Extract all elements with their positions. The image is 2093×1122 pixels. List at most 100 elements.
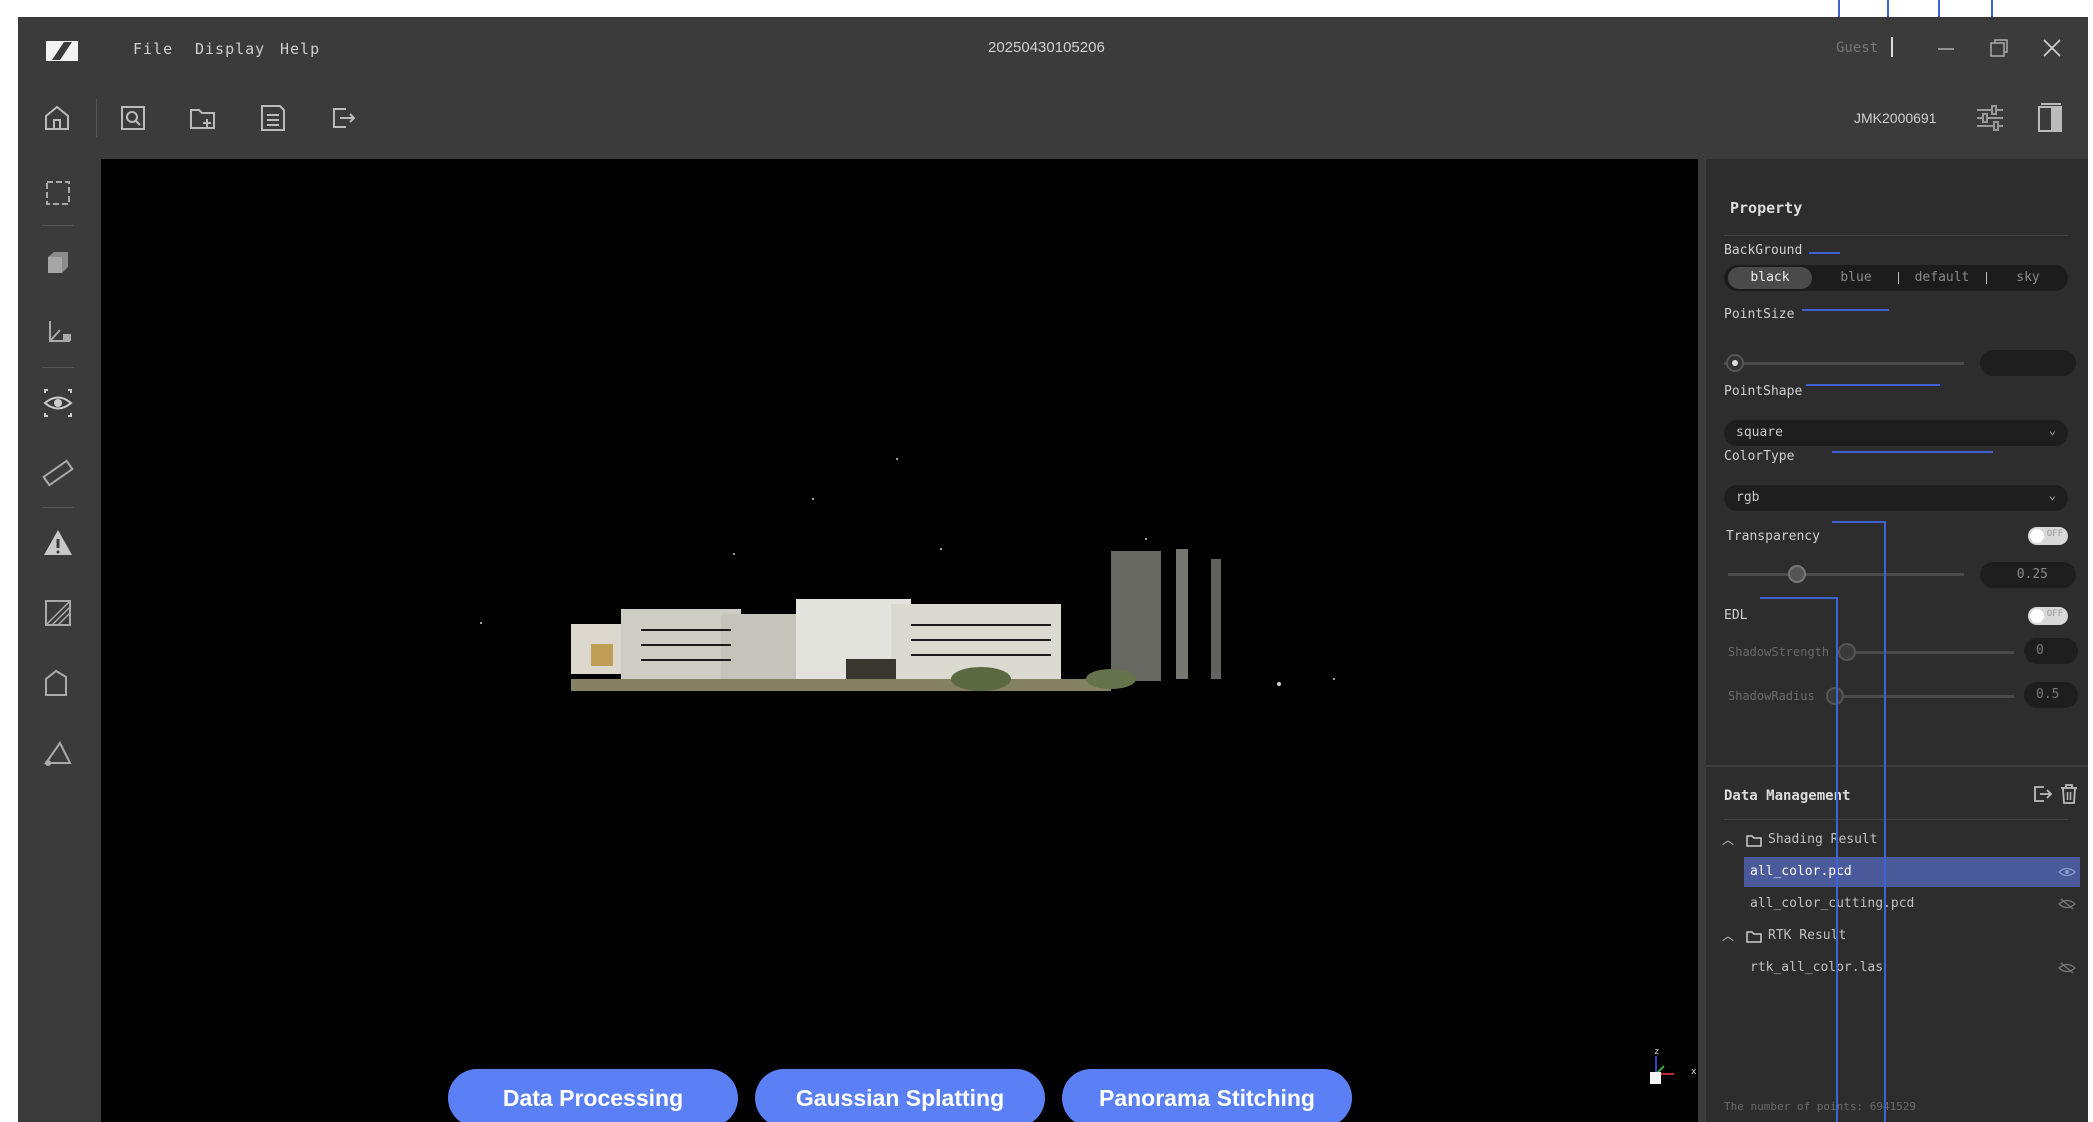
segment-divider — [1898, 272, 1899, 284]
transparency-label: Transparency — [1726, 529, 1820, 544]
rail-divider — [42, 225, 74, 226]
rail-divider — [42, 507, 74, 508]
rail-divider — [42, 367, 74, 368]
segment-divider — [1986, 272, 1987, 284]
tree-file-all-color-cutting-pcd[interactable]: all_color_cutting.pcd — [1744, 889, 2080, 919]
edl-label: EDL — [1724, 608, 1748, 623]
annotation-connector-2 — [1802, 309, 1889, 311]
background-option-black[interactable]: black — [1728, 267, 1812, 289]
panorama-stitching-button[interactable]: Panorama Stitching — [1062, 1069, 1352, 1122]
group-name: Shading Result — [1768, 832, 1878, 847]
axis-z-label: z — [1654, 1047, 1660, 1057]
data-management-title: Data Management — [1724, 788, 1851, 804]
annotation-connector-3 — [1806, 384, 1940, 386]
transparency-track[interactable] — [1728, 573, 1964, 576]
chevron-up-icon: ︿ — [1722, 929, 1735, 943]
eye-off-icon[interactable] — [2058, 962, 2076, 974]
property-title: Property — [1730, 199, 1803, 217]
user-label[interactable]: Guest — [1836, 40, 1878, 56]
color-type-dropdown[interactable]: rgb ⌄ — [1724, 485, 2068, 511]
tree-file-rtk-all-color-las[interactable]: rtk_all_color.las — [1744, 953, 2080, 983]
color-type-label: ColorType — [1724, 449, 1795, 464]
shadow-strength-track[interactable] — [1836, 651, 2014, 654]
point-cloud-viewport[interactable]: z x — [101, 159, 1698, 1122]
fit-view-icon[interactable] — [40, 175, 76, 211]
shadow-strength-input[interactable]: 0 — [2024, 638, 2078, 664]
open-folder-icon[interactable] — [186, 101, 220, 135]
polygon-icon[interactable] — [40, 665, 76, 701]
panel-divider — [1724, 235, 2068, 236]
gaussian-splatting-button[interactable]: Gaussian Splatting — [755, 1069, 1045, 1122]
transparency-input[interactable]: 0.25 — [1980, 562, 2076, 588]
menu-display[interactable]: Display — [195, 40, 265, 58]
chevron-down-icon: ⌄ — [2048, 488, 2056, 502]
transparency-knob[interactable] — [1788, 565, 1806, 583]
restore-icon[interactable] — [1988, 37, 2010, 59]
color-type-value: rgb — [1736, 490, 1760, 505]
background-selector[interactable]: black blue default sky — [1724, 265, 2068, 291]
point-size-track[interactable] — [1724, 362, 1964, 365]
shadow-radius-input[interactable]: 0.5 — [2024, 682, 2078, 708]
sliders-icon[interactable] — [1973, 101, 2007, 135]
point-size-input[interactable] — [1980, 350, 2076, 376]
save-icon[interactable] — [256, 101, 290, 135]
toggle-knob — [2030, 529, 2044, 543]
crop-icon[interactable] — [40, 595, 76, 631]
cube-view-icon[interactable] — [40, 245, 76, 281]
tree-group-rtk-result[interactable]: ︿ RTK Result — [1716, 921, 2088, 951]
background-option-blue[interactable]: blue — [1814, 265, 1898, 291]
triangle-icon[interactable] — [40, 525, 76, 561]
background-option-default[interactable]: default — [1900, 265, 1984, 291]
edl-toggle-state: OFF — [2046, 609, 2063, 619]
annotation-connector-5 — [1832, 521, 1886, 523]
point-shape-value: square — [1736, 425, 1783, 440]
shadow-radius-track[interactable] — [1826, 695, 2014, 698]
panel-divider — [1706, 765, 2088, 767]
point-shape-label: PointShape — [1724, 384, 1803, 399]
ruler-icon[interactable] — [40, 455, 76, 491]
angle-icon[interactable] — [40, 735, 76, 771]
toggle-knob — [2030, 609, 2044, 623]
axis-icon[interactable] — [40, 315, 76, 351]
menu-help[interactable]: Help — [280, 40, 320, 58]
transparency-toggle-state: OFF — [2046, 529, 2063, 539]
shadow-radius-knob[interactable] — [1826, 687, 1844, 705]
shadow-strength-knob[interactable] — [1838, 643, 1856, 661]
annotation-connector-1 — [1809, 252, 1840, 254]
app-window: File Display Help 20250430105206 Guest J… — [18, 17, 2088, 1122]
file-name: all_color_cutting.pcd — [1750, 896, 1915, 911]
point-shape-dropdown[interactable]: square ⌄ — [1724, 420, 2068, 446]
panel-toggle-icon[interactable] — [2033, 101, 2067, 135]
trash-icon[interactable] — [2058, 783, 2080, 805]
tree-file-all-color-pcd[interactable]: all_color.pcd — [1744, 857, 2080, 887]
edl-toggle[interactable]: OFF — [2028, 607, 2068, 625]
app-logo-icon — [46, 41, 78, 61]
background-label: BackGround — [1724, 243, 1803, 258]
shadow-radius-label: ShadowRadius — [1728, 689, 1815, 703]
export-data-icon[interactable] — [2031, 783, 2053, 805]
panel-divider — [1724, 819, 2068, 820]
minimize-icon[interactable] — [1936, 39, 1956, 59]
eye-icon[interactable] — [2058, 866, 2076, 878]
folder-icon — [1746, 835, 1762, 847]
eye-off-icon[interactable] — [2058, 898, 2076, 910]
background-option-sky[interactable]: sky — [1988, 265, 2068, 291]
eye-icon[interactable] — [40, 385, 76, 421]
axis-x-label: x — [1691, 1067, 1697, 1077]
point-size-label: PointSize — [1724, 307, 1795, 322]
property-panel: Property BackGround black blue default s… — [1706, 159, 2088, 1122]
open-file-icon[interactable] — [116, 101, 150, 135]
folder-icon — [1746, 931, 1762, 943]
annotation-connector-6 — [1760, 597, 1838, 599]
text-cursor — [1891, 37, 1893, 57]
window-title: 20250430105206 — [988, 39, 1105, 56]
tree-group-shading-result[interactable]: ︿ Shading Result — [1716, 825, 2088, 855]
export-icon[interactable] — [326, 101, 360, 135]
point-size-knob-dot — [1732, 360, 1738, 366]
home-icon[interactable] — [40, 101, 74, 135]
data-processing-button[interactable]: Data Processing — [448, 1069, 738, 1122]
close-icon[interactable] — [2041, 37, 2063, 59]
transparency-toggle[interactable]: OFF — [2028, 527, 2068, 545]
menu-file[interactable]: File — [133, 40, 173, 58]
chevron-down-icon: ⌄ — [2048, 423, 2056, 437]
